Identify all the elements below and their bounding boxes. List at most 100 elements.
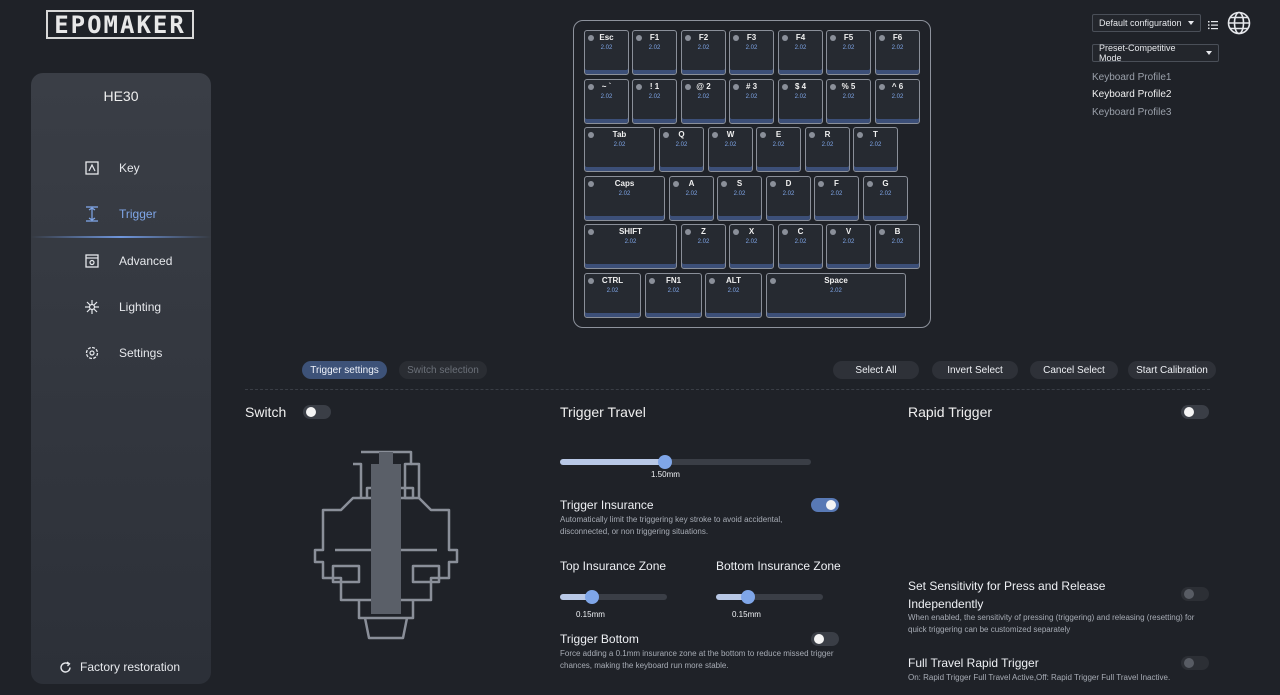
key-w[interactable]: W 2.02 — [708, 127, 753, 172]
profile-item-2[interactable]: Keyboard Profile2 — [1092, 89, 1172, 100]
key-b[interactable]: B 2.02 — [875, 224, 920, 269]
key-tab[interactable]: Tab 2.02 — [584, 127, 655, 172]
key-q[interactable]: Q 2.02 — [659, 127, 704, 172]
key-e[interactable]: E 2.02 — [756, 127, 801, 172]
factory-restoration-label: Factory restoration — [80, 660, 181, 674]
top-insurance-zone-title: Top Insurance Zone — [560, 559, 667, 573]
key-value: 2.02 — [667, 288, 680, 294]
key-label: ALT — [726, 276, 741, 285]
configuration-dropdown[interactable]: Default configuration — [1092, 14, 1201, 32]
key-label: $ 4 — [794, 82, 807, 91]
top-insurance-zone-value: 0.15mm — [576, 610, 605, 619]
key-label: F6 — [892, 33, 903, 42]
key-f2[interactable]: F2 2.02 — [681, 30, 726, 75]
globe-icon[interactable] — [1227, 11, 1251, 40]
keyboard-layout: Esc 2.02 F1 2.02 F2 2.02 F3 2.02 F4 2.02 F5 2.02 F6 2… — [573, 20, 931, 328]
key-label: % 5 — [841, 82, 856, 91]
key-6[interactable]: ^ 6 2.02 — [875, 79, 920, 124]
key-f3[interactable]: F3 2.02 — [729, 30, 774, 75]
key-r[interactable]: R 2.02 — [805, 127, 850, 172]
key-f[interactable]: F 2.02 — [814, 176, 859, 221]
trigger-bottom-toggle[interactable] — [811, 632, 839, 646]
key-[interactable]: ~ ` 2.02 — [584, 79, 629, 124]
epomaker-logo: EPOMAKER — [46, 10, 194, 39]
key-2[interactable]: @ 2 2.02 — [681, 79, 726, 124]
select-all-button[interactable]: Select All — [833, 361, 919, 379]
key-value: 2.02 — [842, 45, 855, 51]
slider-thumb[interactable] — [658, 455, 673, 469]
invert-select-button[interactable]: Invert Select — [932, 361, 1018, 379]
key-f5[interactable]: F5 2.02 — [826, 30, 871, 75]
key-ctrl[interactable]: CTRL 2.02 — [584, 273, 641, 318]
tab-switch-selection[interactable]: Switch selection — [399, 361, 487, 379]
tab-trigger-settings[interactable]: Trigger settings — [302, 361, 387, 379]
bottom-insurance-zone-title: Bottom Insurance Zone — [716, 559, 841, 573]
trigger-travel-title: Trigger Travel — [560, 404, 646, 420]
full-travel-toggle[interactable] — [1181, 656, 1209, 670]
key-value: 2.02 — [782, 191, 795, 197]
key-1[interactable]: ! 1 2.02 — [632, 79, 677, 124]
key-fn1[interactable]: FN1 2.02 — [645, 273, 702, 318]
mechanical-switch-illustration — [313, 450, 459, 640]
sidebar-item-label: Trigger — [119, 207, 157, 221]
mode-dropdown[interactable]: Preset-Competitive Mode — [1092, 43, 1219, 63]
key-caps[interactable]: Caps 2.02 — [584, 176, 665, 221]
key-x[interactable]: X 2.02 — [729, 224, 774, 269]
key-label: C — [797, 227, 804, 236]
key-alt[interactable]: ALT 2.02 — [705, 273, 762, 318]
switch-label: Switch — [245, 404, 287, 420]
key-shift[interactable]: SHIFT 2.02 — [584, 224, 677, 269]
refresh-icon — [59, 660, 72, 674]
key-value: 2.02 — [842, 94, 855, 100]
key-space[interactable]: Space 2.02 — [766, 273, 906, 318]
section-divider — [245, 389, 1210, 390]
factory-restoration-button[interactable]: Factory restoration — [59, 660, 180, 674]
key-value: 2.02 — [724, 142, 737, 148]
key-5[interactable]: % 5 2.02 — [826, 79, 871, 124]
key-d[interactable]: D 2.02 — [766, 176, 811, 221]
rapid-trigger-toggle[interactable] — [1181, 405, 1209, 419]
key-value: 2.02 — [697, 94, 710, 100]
key-value: 2.02 — [600, 45, 613, 51]
key-t[interactable]: T 2.02 — [853, 127, 898, 172]
list-icon[interactable] — [1208, 17, 1218, 35]
sidebar: HE30 Key Trigger Advanced Lighting Setti… — [31, 73, 211, 684]
profile-item-3[interactable]: Keyboard Profile3 — [1092, 107, 1172, 118]
key-g[interactable]: G 2.02 — [863, 176, 908, 221]
key-label: G — [882, 179, 889, 188]
sidebar-item-advanced[interactable]: Advanced — [31, 246, 211, 276]
sensitivity-toggle[interactable] — [1181, 587, 1209, 601]
key-v[interactable]: V 2.02 — [826, 224, 871, 269]
sidebar-item-trigger[interactable]: Trigger — [31, 199, 211, 229]
active-nav-indicator — [31, 236, 211, 238]
advanced-icon — [83, 252, 101, 270]
start-calibration-button[interactable]: Start Calibration — [1128, 361, 1216, 379]
key-label: X — [748, 227, 755, 236]
key-label: Q — [678, 130, 685, 139]
key-label: FN1 — [665, 276, 682, 285]
trigger-travel-slider[interactable] — [560, 455, 811, 469]
profile-item-1[interactable]: Keyboard Profile1 — [1092, 72, 1172, 83]
key-esc[interactable]: Esc 2.02 — [584, 30, 629, 75]
key-a[interactable]: A 2.02 — [669, 176, 714, 221]
key-value: 2.02 — [697, 45, 710, 51]
key-f4[interactable]: F4 2.02 — [778, 30, 823, 75]
sidebar-item-lighting[interactable]: Lighting — [31, 292, 211, 322]
key-f6[interactable]: F6 2.02 — [875, 30, 920, 75]
key-s[interactable]: S 2.02 — [717, 176, 762, 221]
bottom-insurance-zone-slider[interactable] — [716, 590, 823, 604]
key-c[interactable]: C 2.02 — [778, 224, 823, 269]
sidebar-item-settings[interactable]: Settings — [31, 338, 211, 368]
switch-toggle[interactable] — [303, 405, 331, 419]
key-3[interactable]: # 3 2.02 — [729, 79, 774, 124]
slider-thumb[interactable] — [585, 590, 600, 604]
key-f1[interactable]: F1 2.02 — [632, 30, 677, 75]
key-4[interactable]: $ 4 2.02 — [778, 79, 823, 124]
cancel-select-button[interactable]: Cancel Select — [1030, 361, 1118, 379]
key-value: 2.02 — [891, 94, 904, 100]
slider-thumb[interactable] — [741, 590, 756, 604]
key-z[interactable]: Z 2.02 — [681, 224, 726, 269]
sidebar-item-key[interactable]: Key — [31, 153, 211, 183]
trigger-insurance-toggle[interactable] — [811, 498, 839, 512]
top-insurance-zone-slider[interactable] — [560, 590, 667, 604]
